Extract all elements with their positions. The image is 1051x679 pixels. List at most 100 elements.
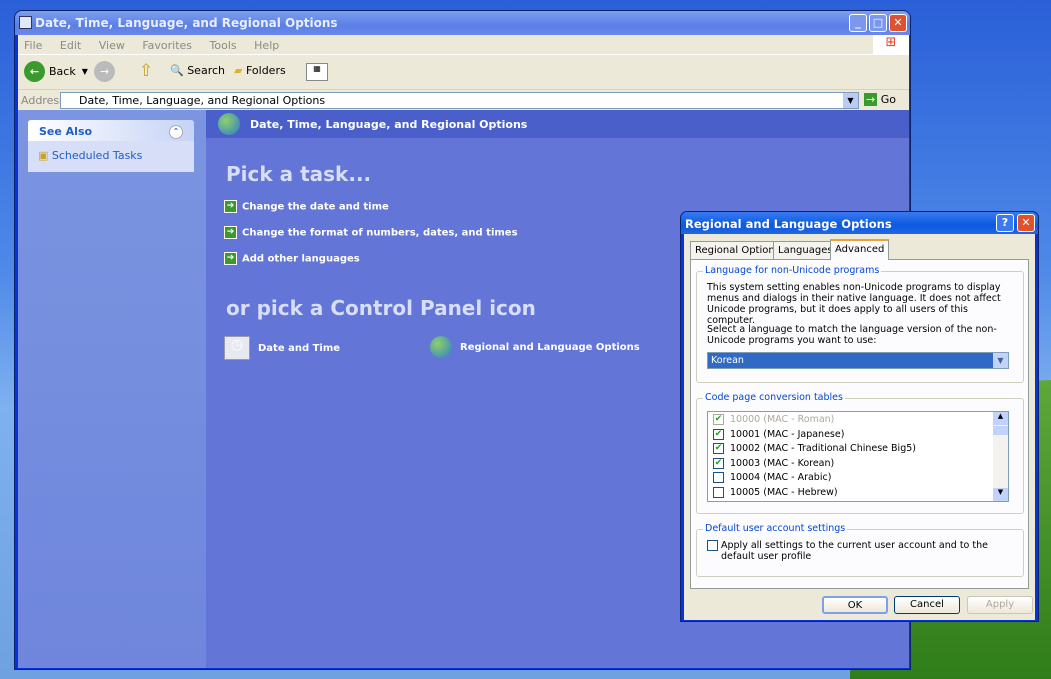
code-page-item[interactable]: ✔ 10001 (MAC - Japanese) xyxy=(713,428,1003,444)
menu-help[interactable]: Help xyxy=(254,39,279,52)
tab-regional-options[interactable]: Regional Options xyxy=(690,241,785,259)
scroll-down-button[interactable]: ▼ xyxy=(993,488,1008,501)
forward-button[interactable]: → xyxy=(94,61,115,82)
default-user-group: Default user account settings Apply all … xyxy=(696,523,1024,577)
address-value: Date, Time, Language, and Regional Optio… xyxy=(79,94,326,107)
close-button[interactable]: ✕ xyxy=(889,14,907,32)
group-label: Language for non-Unicode programs xyxy=(703,265,882,276)
task-change-format[interactable]: ➔ Change the format of numbers, dates, an… xyxy=(224,226,518,239)
code-page-group: Code page conversion tables ✔ 10000 (MAC … xyxy=(696,392,1024,514)
checkbox[interactable]: ✔ xyxy=(713,414,724,425)
code-page-label: 10000 (MAC - Roman) xyxy=(730,414,835,425)
maximize-button[interactable]: □ xyxy=(869,14,887,32)
checkbox[interactable]: ✔ xyxy=(713,443,724,454)
see-also-panel: See Also ⌃ ▣ Scheduled Tasks xyxy=(28,120,194,172)
address-dropdown-button[interactable]: ▼ xyxy=(843,93,858,108)
checkbox[interactable] xyxy=(713,486,724,498)
dialog-body: Regional Options Languages Advanced Lang… xyxy=(684,234,1035,620)
see-also-header[interactable]: See Also ⌃ xyxy=(28,120,194,141)
up-folder-icon[interactable]: ⇧ xyxy=(139,61,153,81)
date-time-icon-link[interactable]: ◷ Date and Time xyxy=(224,336,340,360)
apply-all-checkbox[interactable]: Apply all settings to the current user a… xyxy=(707,540,1007,562)
menu-tools[interactable]: Tools xyxy=(210,39,237,52)
code-page-label: 10004 (MAC - Arabic) xyxy=(730,472,832,483)
back-button[interactable]: ← Back ▼ xyxy=(24,61,88,82)
apply-button[interactable]: Apply xyxy=(967,596,1033,614)
icon-label: Regional and Language Options xyxy=(460,341,640,353)
chevron-down-icon[interactable]: ▼ xyxy=(993,353,1008,368)
title-bar: Date, Time, Language, and Regional Optio… xyxy=(15,11,910,35)
code-page-label: 10005 (MAC - Hebrew) xyxy=(730,486,838,498)
scrollbar[interactable]: ▲ ▼ xyxy=(993,412,1008,501)
menu-view[interactable]: View xyxy=(99,39,125,52)
dialog-title-bar: Regional and Language Options ? ✕ xyxy=(681,212,1038,234)
minimize-button[interactable]: _ xyxy=(849,14,867,32)
tab-languages[interactable]: Languages xyxy=(773,241,838,259)
toolbar: ← Back ▼ → ⇧ 🔍 Search ▰ Folders ▦ xyxy=(18,54,909,89)
task-add-languages[interactable]: ➔ Add other languages xyxy=(224,252,360,265)
task-label: Add other languages xyxy=(242,253,360,265)
checkbox[interactable]: ✔ xyxy=(713,428,724,440)
code-page-item[interactable]: ✔ 10002 (MAC - Traditional Chinese Big5) xyxy=(713,443,1003,458)
go-arrow-icon: → xyxy=(864,93,878,106)
scroll-up-button[interactable]: ▲ xyxy=(993,412,1008,425)
go-label: Go xyxy=(880,93,896,106)
back-dropdown-icon[interactable]: ▼ xyxy=(82,67,88,76)
address-input[interactable]: Date, Time, Language, and Regional Optio… xyxy=(60,92,859,109)
description-text: This system setting enables non-Unicode … xyxy=(707,282,1001,326)
checkbox[interactable]: ✔ xyxy=(713,457,724,469)
search-label: Search xyxy=(187,64,225,77)
scheduled-tasks-link[interactable]: ▣ Scheduled Tasks xyxy=(28,141,194,170)
group-label: Default user account settings xyxy=(703,523,848,534)
back-arrow-icon: ← xyxy=(24,61,45,82)
windows-logo-icon: ⊞ xyxy=(873,35,909,54)
task-change-date[interactable]: ➔ Change the date and time xyxy=(224,200,389,213)
menu-bar: File Edit View Favorites Tools Help ⊞ xyxy=(18,35,909,54)
code-page-item[interactable]: ✔ 10000 (MAC - Roman) xyxy=(713,414,1003,429)
code-page-item[interactable]: ✔ 10003 (MAC - Korean) xyxy=(713,457,1003,473)
code-page-item[interactable]: 10004 (MAC - Arabic) xyxy=(713,472,1003,487)
dialog-close-button[interactable]: ✕ xyxy=(1017,214,1035,232)
instruction-text: Select a language to match the language … xyxy=(707,324,997,346)
task-label: Change the format of numbers, dates, and… xyxy=(242,227,518,239)
views-button[interactable]: ▦ xyxy=(306,63,328,81)
search-button[interactable]: 🔍 Search xyxy=(170,64,225,77)
folders-button[interactable]: ▰ Folders xyxy=(234,64,286,77)
tab-advanced[interactable]: Advanced xyxy=(830,239,890,260)
group-label: Code page conversion tables xyxy=(703,392,845,403)
checkbox[interactable] xyxy=(713,472,724,483)
control-panel-icon xyxy=(19,16,32,29)
go-button[interactable]: → Go xyxy=(864,93,896,106)
advanced-tab-panel: Language for non-Unicode programs This s… xyxy=(690,259,1029,589)
non-unicode-group: Language for non-Unicode programs This s… xyxy=(696,265,1024,383)
code-page-label: 10002 (MAC - Traditional Chinese Big5) xyxy=(730,443,916,454)
arrow-icon: ➔ xyxy=(224,252,237,265)
code-page-list: ✔ 10000 (MAC - Roman) ✔ 10001 (MAC - Japane… xyxy=(707,411,1009,502)
collapse-icon[interactable]: ⌃ xyxy=(169,125,183,139)
pick-icon-heading: or pick a Control Panel icon xyxy=(226,296,536,320)
globe-icon xyxy=(430,336,452,358)
ok-button[interactable]: OK xyxy=(822,596,888,614)
folder-icon: ▰ xyxy=(234,64,243,77)
globe-icon xyxy=(218,113,240,135)
menu-file[interactable]: File xyxy=(24,39,42,52)
scroll-thumb[interactable] xyxy=(993,426,1008,435)
cancel-button[interactable]: Cancel xyxy=(894,596,960,614)
search-icon: 🔍 xyxy=(170,64,184,77)
regional-language-icon-link[interactable]: Regional and Language Options xyxy=(430,336,640,358)
menu-edit[interactable]: Edit xyxy=(60,39,81,52)
back-label: Back xyxy=(49,65,76,78)
code-page-item[interactable]: 10005 (MAC - Hebrew) xyxy=(713,486,1003,502)
arrow-icon: ➔ xyxy=(224,226,237,239)
help-button[interactable]: ? xyxy=(996,214,1014,232)
selected-language: Korean xyxy=(711,355,744,366)
menu-favorites[interactable]: Favorites xyxy=(142,39,192,52)
checkbox[interactable] xyxy=(707,540,718,551)
pick-task-heading: Pick a task... xyxy=(226,162,372,186)
language-select[interactable]: Korean ▼ xyxy=(707,352,1009,369)
code-page-label: 10003 (MAC - Korean) xyxy=(730,457,835,469)
dialog-title: Regional and Language Options xyxy=(685,217,892,231)
address-label: Address xyxy=(21,94,65,107)
scheduled-tasks-icon: ▣ xyxy=(38,149,49,162)
regional-language-dialog: Regional and Language Options ? ✕ Region… xyxy=(680,211,1039,622)
